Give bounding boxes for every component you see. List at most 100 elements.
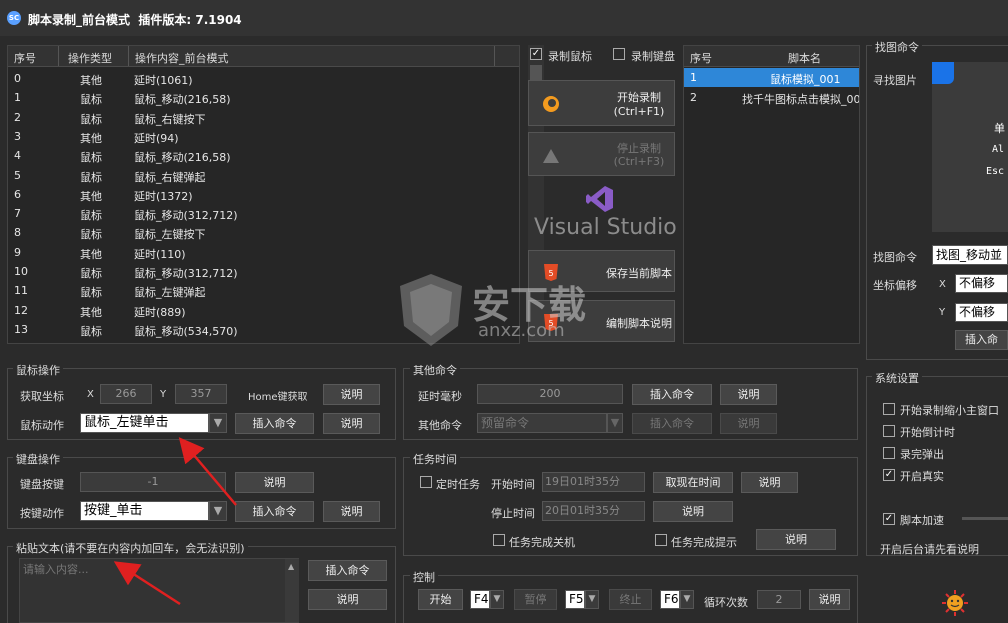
app-icon: SC: [7, 11, 21, 25]
loop-count-input[interactable]: 2: [757, 590, 801, 609]
stop-record-button[interactable]: 停止录制 (Ctrl+F3): [528, 132, 675, 176]
script-row-selected[interactable]: 1 鼠标模拟_001: [684, 68, 859, 87]
row-type: 鼠标: [80, 170, 102, 184]
table-row[interactable]: 5 鼠标 鼠标_右键弹起: [8, 166, 508, 185]
stop-hotkey-select[interactable]: F6: [660, 590, 680, 609]
table-row[interactable]: 8 鼠标 鼠标_左键按下: [8, 223, 508, 242]
control-group-label: 控制: [410, 569, 438, 585]
table-row[interactable]: 6 其他 延时(1372): [8, 185, 508, 204]
row-index: 8: [14, 226, 21, 240]
finish-prompt-checkbox[interactable]: [655, 534, 667, 546]
script-list[interactable]: 序号 脚本名 1 鼠标模拟_001 2 找千牛图标点击模拟_00: [683, 45, 860, 344]
chevron-down-icon[interactable]: ▼: [680, 590, 694, 609]
task-finish-desc-button[interactable]: 说明: [756, 529, 836, 550]
chevron-down-icon[interactable]: ▼: [585, 590, 599, 609]
speed-slider[interactable]: [962, 517, 1008, 520]
paste-scrollbar[interactable]: ▲: [285, 559, 299, 622]
paste-insert-button[interactable]: 插入命令: [308, 560, 387, 581]
row-content: 鼠标_右键按下: [134, 112, 206, 126]
offset-x-select[interactable]: 不偏移: [955, 274, 1008, 293]
popup-after-record-checkbox[interactable]: [883, 447, 895, 459]
script-index: 2: [690, 91, 697, 104]
offset-y-select[interactable]: 不偏移: [955, 303, 1008, 322]
start-time-desc-button[interactable]: 说明: [741, 472, 798, 493]
paste-desc-button[interactable]: 说明: [308, 589, 387, 610]
preview-text-1: 单: [994, 122, 1005, 135]
keyboard-key-input[interactable]: -1: [80, 472, 226, 492]
chevron-down-icon[interactable]: ▼: [490, 590, 504, 609]
get-now-button[interactable]: 取现在时间: [653, 472, 733, 493]
delay-ms-input[interactable]: 200: [477, 384, 623, 404]
other-insert-button[interactable]: 插入命令: [632, 413, 712, 434]
offset-label: 坐标偏移: [873, 279, 917, 292]
control-start-button[interactable]: 开始: [418, 589, 463, 610]
shield-icon: [400, 274, 462, 346]
control-pause-button[interactable]: 暂停: [514, 589, 557, 610]
record-mouse-checkbox[interactable]: ✓: [530, 48, 542, 60]
loop-count-label: 循环次数: [704, 596, 748, 609]
mouse-action-label: 鼠标动作: [20, 419, 64, 432]
mouse-action-select[interactable]: 鼠标_左键单击: [80, 413, 209, 433]
start-time-input[interactable]: 19日01时35分: [542, 472, 645, 492]
chevron-down-icon[interactable]: ▼: [607, 413, 623, 433]
other-cmd-label: 其他命令: [418, 419, 462, 432]
delay-desc-button[interactable]: 说明: [720, 384, 777, 405]
scroll-up-icon[interactable]: ▲: [288, 562, 294, 571]
stop-time-input[interactable]: 20日01时35分: [542, 501, 645, 521]
row-index: 13: [14, 322, 28, 336]
image-preview[interactable]: 单 Al Esc: [932, 62, 1008, 232]
table-row[interactable]: 0 其他 延时(1061): [8, 69, 508, 88]
mouse-op-group-label: 鼠标操作: [13, 362, 63, 378]
key-action-select[interactable]: 按键_单击: [80, 501, 209, 521]
sun-icon[interactable]: [941, 589, 969, 617]
record-keyboard-checkbox[interactable]: [613, 48, 625, 60]
control-stop-button[interactable]: 终止: [609, 589, 652, 610]
script-row[interactable]: 2 找千牛图标点击模拟_00: [684, 88, 859, 107]
col-header-script-name: 脚本名: [788, 52, 821, 65]
other-desc-button[interactable]: 说明: [720, 413, 777, 434]
script-speed-label: 脚本加速: [900, 514, 944, 527]
table-row[interactable]: 2 鼠标 鼠标_右键按下: [8, 108, 508, 127]
table-row[interactable]: 1 鼠标 鼠标_移动(216,58): [8, 88, 508, 107]
delay-ms-label: 延时毫秒: [418, 390, 462, 403]
paste-textarea[interactable]: 请输入内容... ▲: [19, 558, 299, 623]
coord-y-input[interactable]: 357: [175, 384, 227, 404]
coord-x-input[interactable]: 266: [100, 384, 152, 404]
control-desc-button[interactable]: 说明: [809, 589, 850, 610]
row-index: 2: [14, 110, 21, 124]
mouse-coord-desc-button[interactable]: 说明: [323, 384, 380, 405]
row-type: 鼠标: [80, 151, 102, 165]
chevron-down-icon[interactable]: ▼: [209, 413, 227, 433]
find-insert-button[interactable]: 插入命: [955, 330, 1008, 350]
col-header-script-index: 序号: [690, 52, 712, 65]
pause-hotkey-select[interactable]: F5: [565, 590, 585, 609]
table-row[interactable]: 7 鼠标 鼠标_移动(312,712): [8, 204, 508, 223]
keyboard-action-desc-button[interactable]: 说明: [323, 501, 380, 522]
other-cmd-select[interactable]: 预留命令: [477, 413, 607, 433]
table-row[interactable]: 9 其他 延时(110): [8, 243, 508, 262]
table-row[interactable]: 3 其他 延时(94): [8, 127, 508, 146]
row-content: 鼠标_左键弹起: [134, 286, 206, 300]
mouse-action-desc-button[interactable]: 说明: [323, 413, 380, 434]
watermark: 安下载 anxz.com: [396, 270, 616, 350]
keyboard-insert-button[interactable]: 插入命令: [235, 501, 314, 522]
table-row[interactable]: 4 鼠标 鼠标_移动(216,58): [8, 146, 508, 165]
start-hotkey-select[interactable]: F4: [470, 590, 490, 609]
chevron-down-icon[interactable]: ▼: [209, 501, 227, 521]
countdown-checkbox[interactable]: [883, 425, 895, 437]
start-record-button[interactable]: 开始录制 (Ctrl+F1): [528, 80, 675, 126]
script-speed-checkbox[interactable]: ✓: [883, 513, 895, 525]
mouse-insert-button[interactable]: 插入命令: [235, 413, 314, 434]
stop-record-label: 停止录制: [617, 142, 661, 155]
row-type: 鼠标: [80, 209, 102, 223]
minimize-on-record-checkbox[interactable]: [883, 403, 895, 415]
enable-real-checkbox[interactable]: ✓: [883, 469, 895, 481]
keyboard-key-desc-button[interactable]: 说明: [235, 472, 314, 493]
row-type: 鼠标: [80, 267, 102, 280]
delay-insert-button[interactable]: 插入命令: [632, 384, 712, 405]
timed-task-checkbox[interactable]: [420, 476, 432, 488]
stop-time-desc-button[interactable]: 说明: [653, 501, 733, 522]
shutdown-checkbox[interactable]: [493, 534, 505, 546]
find-cmd-select[interactable]: 找图_移动並: [932, 245, 1008, 265]
enable-real-label: 开启真实: [900, 470, 944, 483]
